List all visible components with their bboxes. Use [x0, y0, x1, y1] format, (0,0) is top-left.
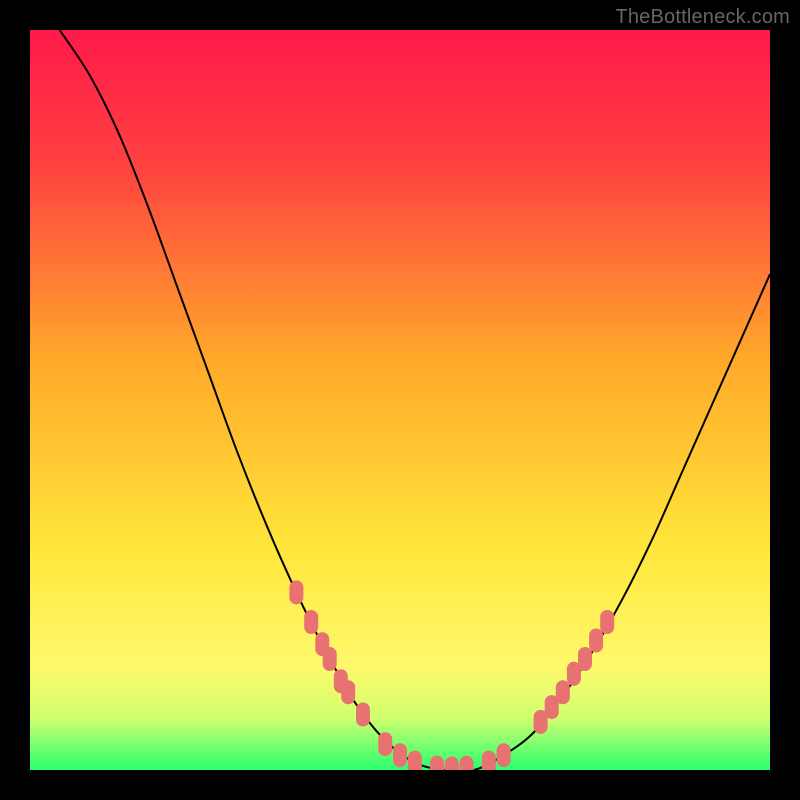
- data-marker: [341, 680, 355, 704]
- data-marker: [378, 732, 392, 756]
- watermark-text: TheBottleneck.com: [615, 6, 790, 29]
- data-marker: [445, 757, 459, 770]
- chart-background: [30, 30, 770, 770]
- chart-plot: [30, 30, 770, 770]
- data-marker: [460, 756, 474, 770]
- data-marker: [497, 743, 511, 767]
- data-marker: [304, 610, 318, 634]
- data-marker: [408, 751, 422, 770]
- data-marker: [323, 647, 337, 671]
- data-marker: [578, 647, 592, 671]
- data-marker: [430, 756, 444, 770]
- data-marker: [482, 751, 496, 770]
- data-marker: [289, 580, 303, 604]
- data-marker: [556, 680, 570, 704]
- data-marker: [589, 629, 603, 653]
- data-marker: [600, 610, 614, 634]
- data-marker: [356, 703, 370, 727]
- chart-svg: [30, 30, 770, 770]
- data-marker: [393, 743, 407, 767]
